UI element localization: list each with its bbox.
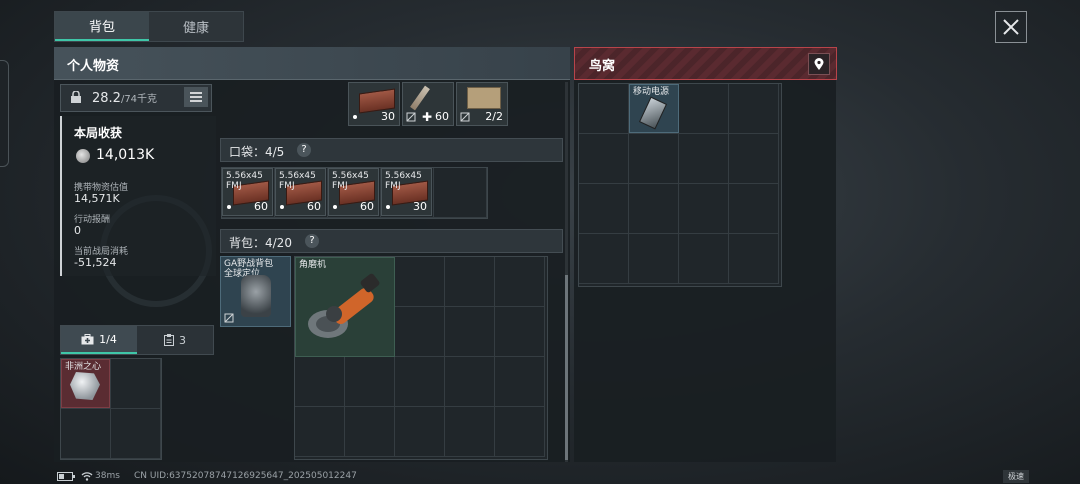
bird-nest-grid xyxy=(578,83,782,287)
item-ammo-pocket-1[interactable]: 5.56x45 FMJ 60 xyxy=(222,168,273,216)
location-pin-icon xyxy=(814,57,824,70)
scrollbar-thumb[interactable] xyxy=(565,275,568,460)
weight-capacity: /74千克 xyxy=(120,94,158,105)
dot-icon xyxy=(333,205,337,209)
item-ammo-pocket-2[interactable]: 5.56x45 FMJ 60 xyxy=(275,168,326,216)
list-icon xyxy=(190,92,202,102)
item-count: 60 xyxy=(254,200,268,213)
item-name: 移动电源 xyxy=(633,87,670,97)
no-sell-icon xyxy=(406,112,416,122)
item-count: 60 xyxy=(360,200,374,213)
locate-button[interactable] xyxy=(808,53,830,75)
item-count: 30 xyxy=(381,110,395,123)
diamond-icon xyxy=(70,372,100,400)
speed-mode-badge[interactable]: 极速 xyxy=(1003,470,1029,483)
carried-value: 14,571K xyxy=(74,192,120,205)
pocket-help-button[interactable]: ? xyxy=(297,143,311,157)
secure-case-count: 1/4 xyxy=(99,332,117,346)
earnings-total: 14,013K xyxy=(96,147,155,163)
task-items-count: 3 xyxy=(179,333,186,347)
item-ammo-pocket-3[interactable]: 5.56x45 FMJ 60 xyxy=(328,168,379,216)
ping-value: 38ms xyxy=(95,471,120,481)
user-uid: CN UID:637520787471269256​47_20250501224… xyxy=(134,471,357,481)
dot-icon xyxy=(227,205,231,209)
power-bank-icon xyxy=(638,96,668,130)
no-sell-icon xyxy=(224,313,234,323)
close-x-icon xyxy=(1003,19,1019,35)
bird-nest-header: 鸟窝 xyxy=(574,47,837,80)
item-name: 5.56x45 FMJ xyxy=(279,171,316,191)
backpack-help-button[interactable]: ? xyxy=(305,234,319,248)
round-earnings: 本局收获 14,013K 携带物资估值 14,571K 行动报酬 0 当前战局消… xyxy=(60,116,216,276)
tab-secure-case[interactable]: 1/4 xyxy=(61,326,137,354)
weight-value-wrap: 28.2/74千克 xyxy=(92,90,157,106)
coin-icon xyxy=(76,149,90,163)
item-count: 30 xyxy=(413,200,427,213)
item-name: 5.56x45 FMJ xyxy=(226,171,263,191)
personal-panel-header: 个人物资 xyxy=(54,47,570,80)
side-drawer-handle[interactable] xyxy=(0,60,9,167)
medkit-icon xyxy=(81,333,94,344)
backpack-header: 背包：4/20 ? xyxy=(220,229,563,253)
bird-nest-title: 鸟窝 xyxy=(589,59,616,74)
item-count: 60 xyxy=(435,110,449,123)
close-button[interactable] xyxy=(995,11,1027,43)
earnings-title: 本局收获 xyxy=(74,126,123,140)
bag-name: GA野战背包 xyxy=(224,259,274,269)
item-name: 5.56x45 FMJ xyxy=(332,171,369,191)
wifi-icon xyxy=(81,472,93,481)
item-ammo-top[interactable]: 30 xyxy=(348,82,400,126)
item-heart-of-africa[interactable]: 非洲之心 xyxy=(61,359,110,408)
tab-health[interactable]: 健康 xyxy=(149,12,243,41)
clipboard-icon xyxy=(164,334,174,346)
tab-backpack[interactable]: 背包 xyxy=(55,12,149,41)
consumption-value: -51,524 xyxy=(74,256,117,269)
no-sell-icon xyxy=(460,112,470,122)
angle-grinder-icon xyxy=(308,273,380,338)
backpack-title: 背包：4/20 xyxy=(229,236,292,250)
tab-task-items[interactable]: 3 xyxy=(137,326,213,354)
item-ammo-pocket-4[interactable]: 5.56x45 FMJ 30 xyxy=(381,168,432,216)
battery-icon xyxy=(57,472,75,481)
dot-icon xyxy=(386,205,390,209)
reward-value: 0 xyxy=(74,224,81,237)
status-bar: 38ms CN UID:637520787471269256​47_202505… xyxy=(0,466,1080,484)
container-tabs: 1/4 3 xyxy=(60,325,214,355)
sort-list-button[interactable] xyxy=(184,87,208,107)
lock-icon xyxy=(71,91,81,103)
weight-indicator: 28.2/74千克 xyxy=(60,84,212,112)
backpack-icon xyxy=(241,275,271,317)
dot-icon xyxy=(280,205,284,209)
item-angle-grinder[interactable]: 角磨机 xyxy=(295,257,395,357)
pocket-title: 口袋：4/5 xyxy=(229,145,285,159)
item-ga-backpack[interactable]: GA野战背包 全球定位 xyxy=(220,256,291,327)
top-tabs: 背包 健康 xyxy=(54,11,244,42)
weight-value: 28.2 xyxy=(92,91,121,106)
item-medkit[interactable]: 2/2 xyxy=(456,82,508,126)
item-count: 2/2 xyxy=(485,110,503,123)
personal-panel-title: 个人物资 xyxy=(67,59,120,74)
dot-icon xyxy=(353,115,357,119)
item-count: 60 xyxy=(307,200,321,213)
item-name: 5.56x45 FMJ xyxy=(385,171,422,191)
item-syringe[interactable]: ✚ 60 xyxy=(402,82,454,126)
plus-icon: ✚ xyxy=(422,110,433,124)
item-power-bank[interactable]: 移动电源 xyxy=(629,84,679,133)
item-name: 非洲之心 xyxy=(65,362,102,372)
pocket-header: 口袋：4/5 ? xyxy=(220,138,563,162)
